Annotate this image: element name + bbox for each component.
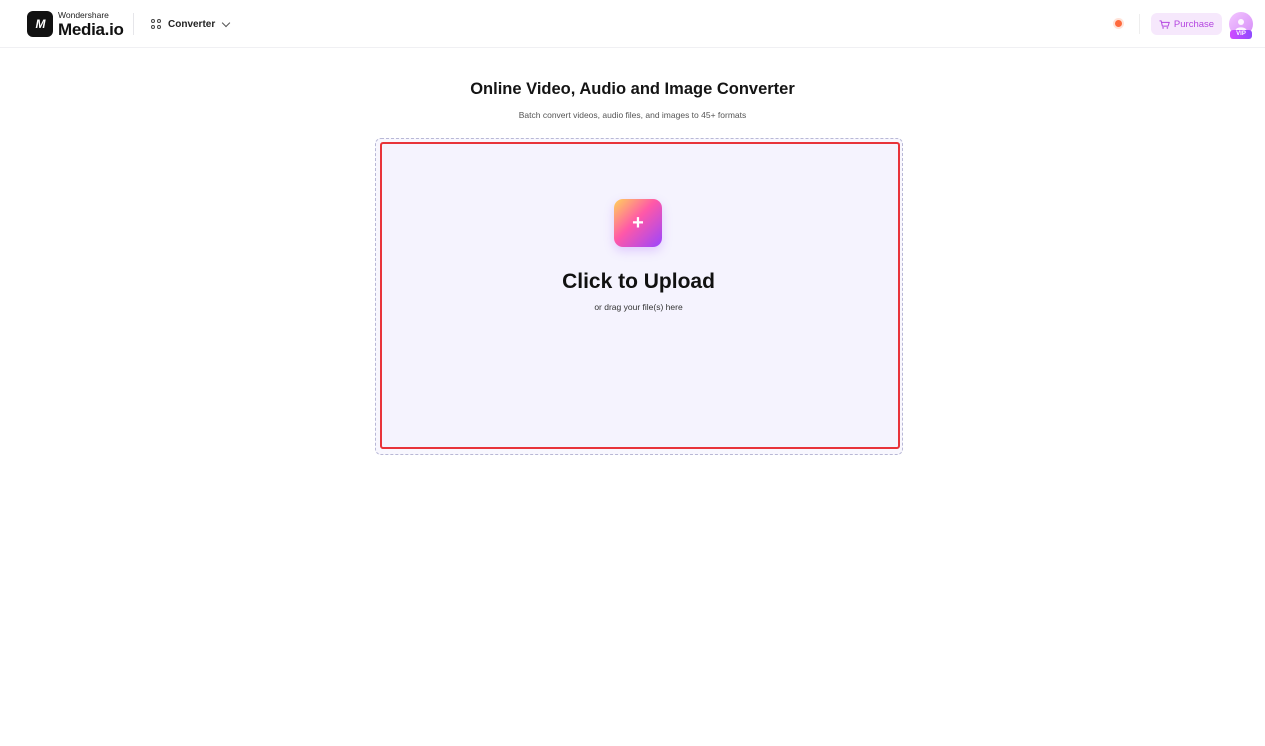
converter-menu-label: Converter — [168, 18, 216, 30]
chevron-down-icon — [222, 18, 231, 27]
logo-mark-icon: M — [27, 11, 53, 38]
user-avatar[interactable]: VIP — [1229, 12, 1253, 39]
grid-icon — [151, 18, 162, 30]
logo-brand-name: Media.io — [58, 19, 124, 39]
upload-title[interactable]: Click to Upload — [0, 270, 1265, 294]
top-navigation-bar: M Wondershare Media.io Converter Purchas… — [0, 0, 1265, 48]
header-divider-right — [1139, 14, 1140, 34]
upload-dropzone[interactable] — [380, 142, 900, 449]
cart-icon — [1159, 19, 1170, 29]
notification-dot-icon[interactable] — [1115, 20, 1122, 27]
converter-menu-dropdown[interactable]: Converter — [151, 16, 231, 32]
logo-text: Wondershare Media.io — [58, 11, 124, 38]
vip-badge: VIP — [1230, 30, 1252, 39]
page-title: Online Video, Audio and Image Converter — [470, 80, 795, 98]
upload-subtitle: or drag your file(s) here — [594, 302, 683, 312]
header-divider — [133, 13, 134, 35]
purchase-label: Purchase — [1173, 18, 1215, 30]
purchase-button[interactable]: Purchase — [1151, 13, 1222, 35]
media-io-logo[interactable]: M Wondershare Media.io — [27, 11, 124, 38]
upload-plus-icon[interactable]: + — [614, 199, 662, 247]
logo-brand-small: Wondershare — [58, 10, 109, 20]
page-subtitle: Batch convert videos, audio files, and i… — [518, 110, 747, 120]
